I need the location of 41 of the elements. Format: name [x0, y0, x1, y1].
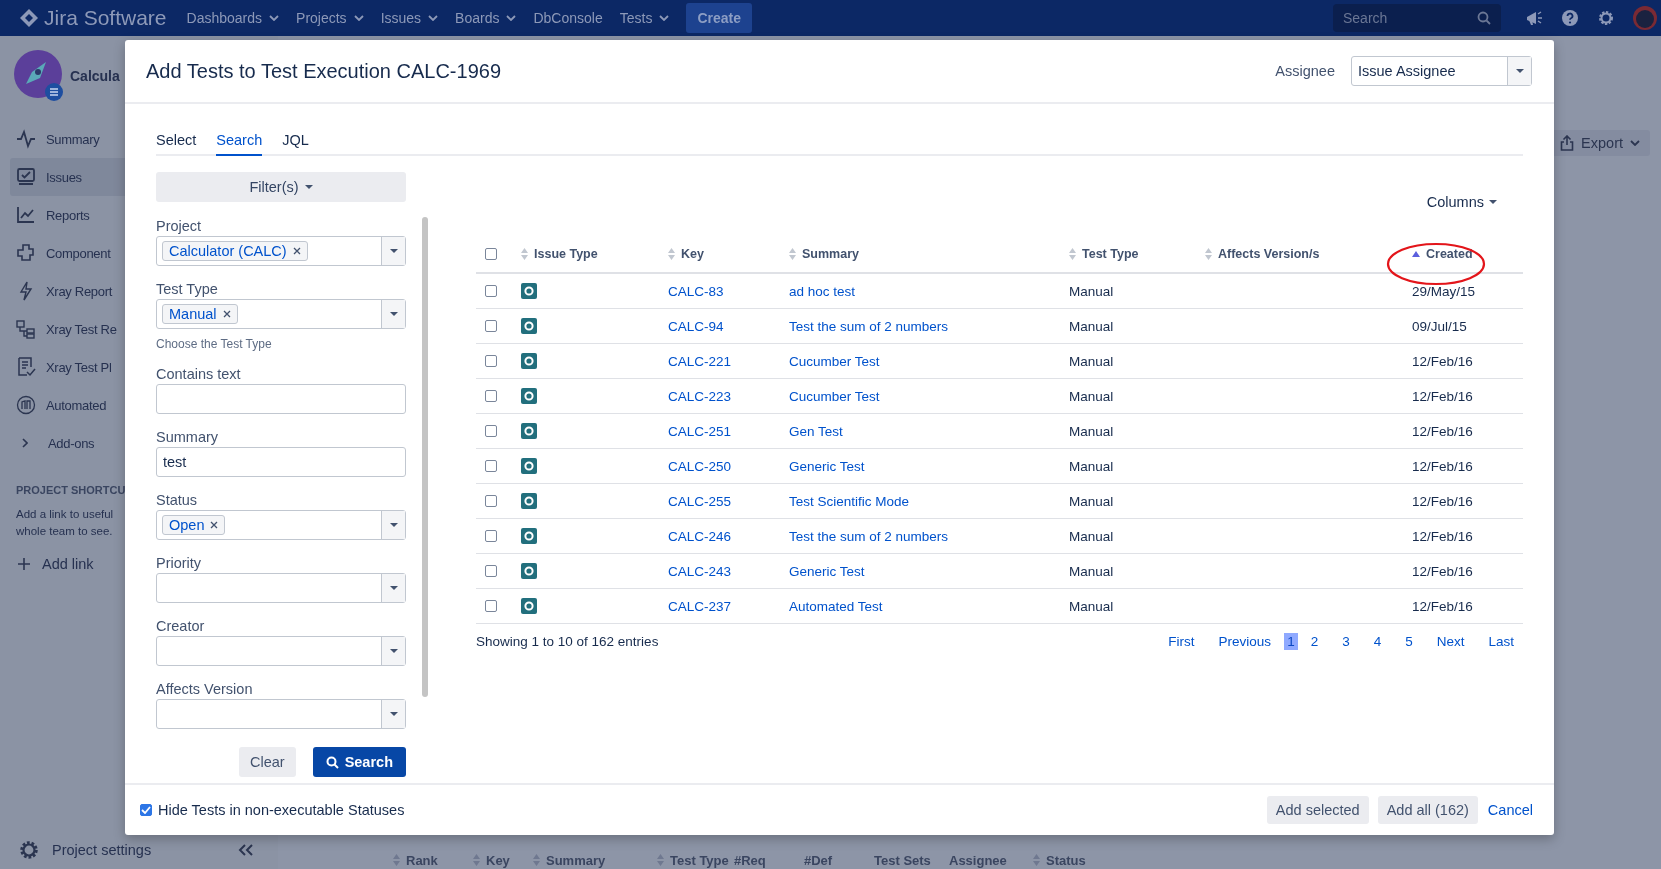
project-name: Calcula: [70, 68, 120, 84]
field-label: Project: [156, 218, 203, 234]
field-label: Test Type: [156, 281, 219, 297]
table-cell-text: Manual: [1069, 458, 1115, 474]
table-cell-text: Manual: [1069, 423, 1115, 439]
field-label: Creator: [156, 618, 206, 634]
entries-info: Showing 1 to 10 of 162 entries: [476, 634, 659, 649]
dialog-title: Add Tests to Test Execution CALC-1969: [146, 59, 502, 83]
tag: Calculator (CALC): [162, 241, 308, 261]
table-cell-text: Manual: [1069, 353, 1115, 369]
sidebar-text: whole team to see.: [16, 524, 113, 539]
table-cell-text: 12/Feb/16: [1412, 388, 1474, 404]
sidebar-text: Add a link to useful: [16, 507, 114, 522]
table-cell-text: 12/Feb/16: [1412, 528, 1474, 544]
tag: Manual: [162, 304, 238, 324]
table-cell-text: 12/Feb/16: [1412, 458, 1474, 474]
section-heading: PROJECT SHORTCU: [16, 484, 127, 496]
table-cell-text: Manual: [1069, 598, 1115, 614]
table-cell-text: Manual: [1069, 318, 1115, 334]
table-cell-text: 29/May/15: [1412, 283, 1477, 299]
field-hint: Choose the Test Type: [156, 337, 273, 351]
table-cell-text: Manual: [1069, 528, 1115, 544]
field-label: Summary: [156, 429, 220, 445]
field-label: Affects Version: [156, 681, 254, 697]
checkbox-label: Hide Tests in non-executable Statuses: [158, 802, 405, 818]
tag: Open: [162, 515, 226, 535]
table-cell-text: Manual: [1069, 283, 1115, 299]
table-cell-text: 12/Feb/16: [1412, 353, 1474, 369]
field-label: Priority: [156, 555, 203, 571]
table-cell-text: Manual: [1069, 493, 1115, 509]
table-cell-text: 12/Feb/16: [1412, 563, 1474, 579]
field-label: Assignee: [1275, 63, 1335, 79]
table-cell-text: Manual: [1069, 388, 1115, 404]
product-name: Jira Software: [44, 6, 167, 30]
table-cell-text: Manual: [1069, 563, 1115, 579]
table-cell-text: 12/Feb/16: [1412, 598, 1474, 614]
table-cell-text: 12/Feb/16: [1412, 493, 1474, 509]
table-cell-text: 12/Feb/16: [1412, 423, 1474, 439]
field-label: Contains text: [156, 366, 242, 382]
table-cell-text: 09/Jul/15: [1412, 318, 1468, 334]
field-label: Status: [156, 492, 199, 508]
